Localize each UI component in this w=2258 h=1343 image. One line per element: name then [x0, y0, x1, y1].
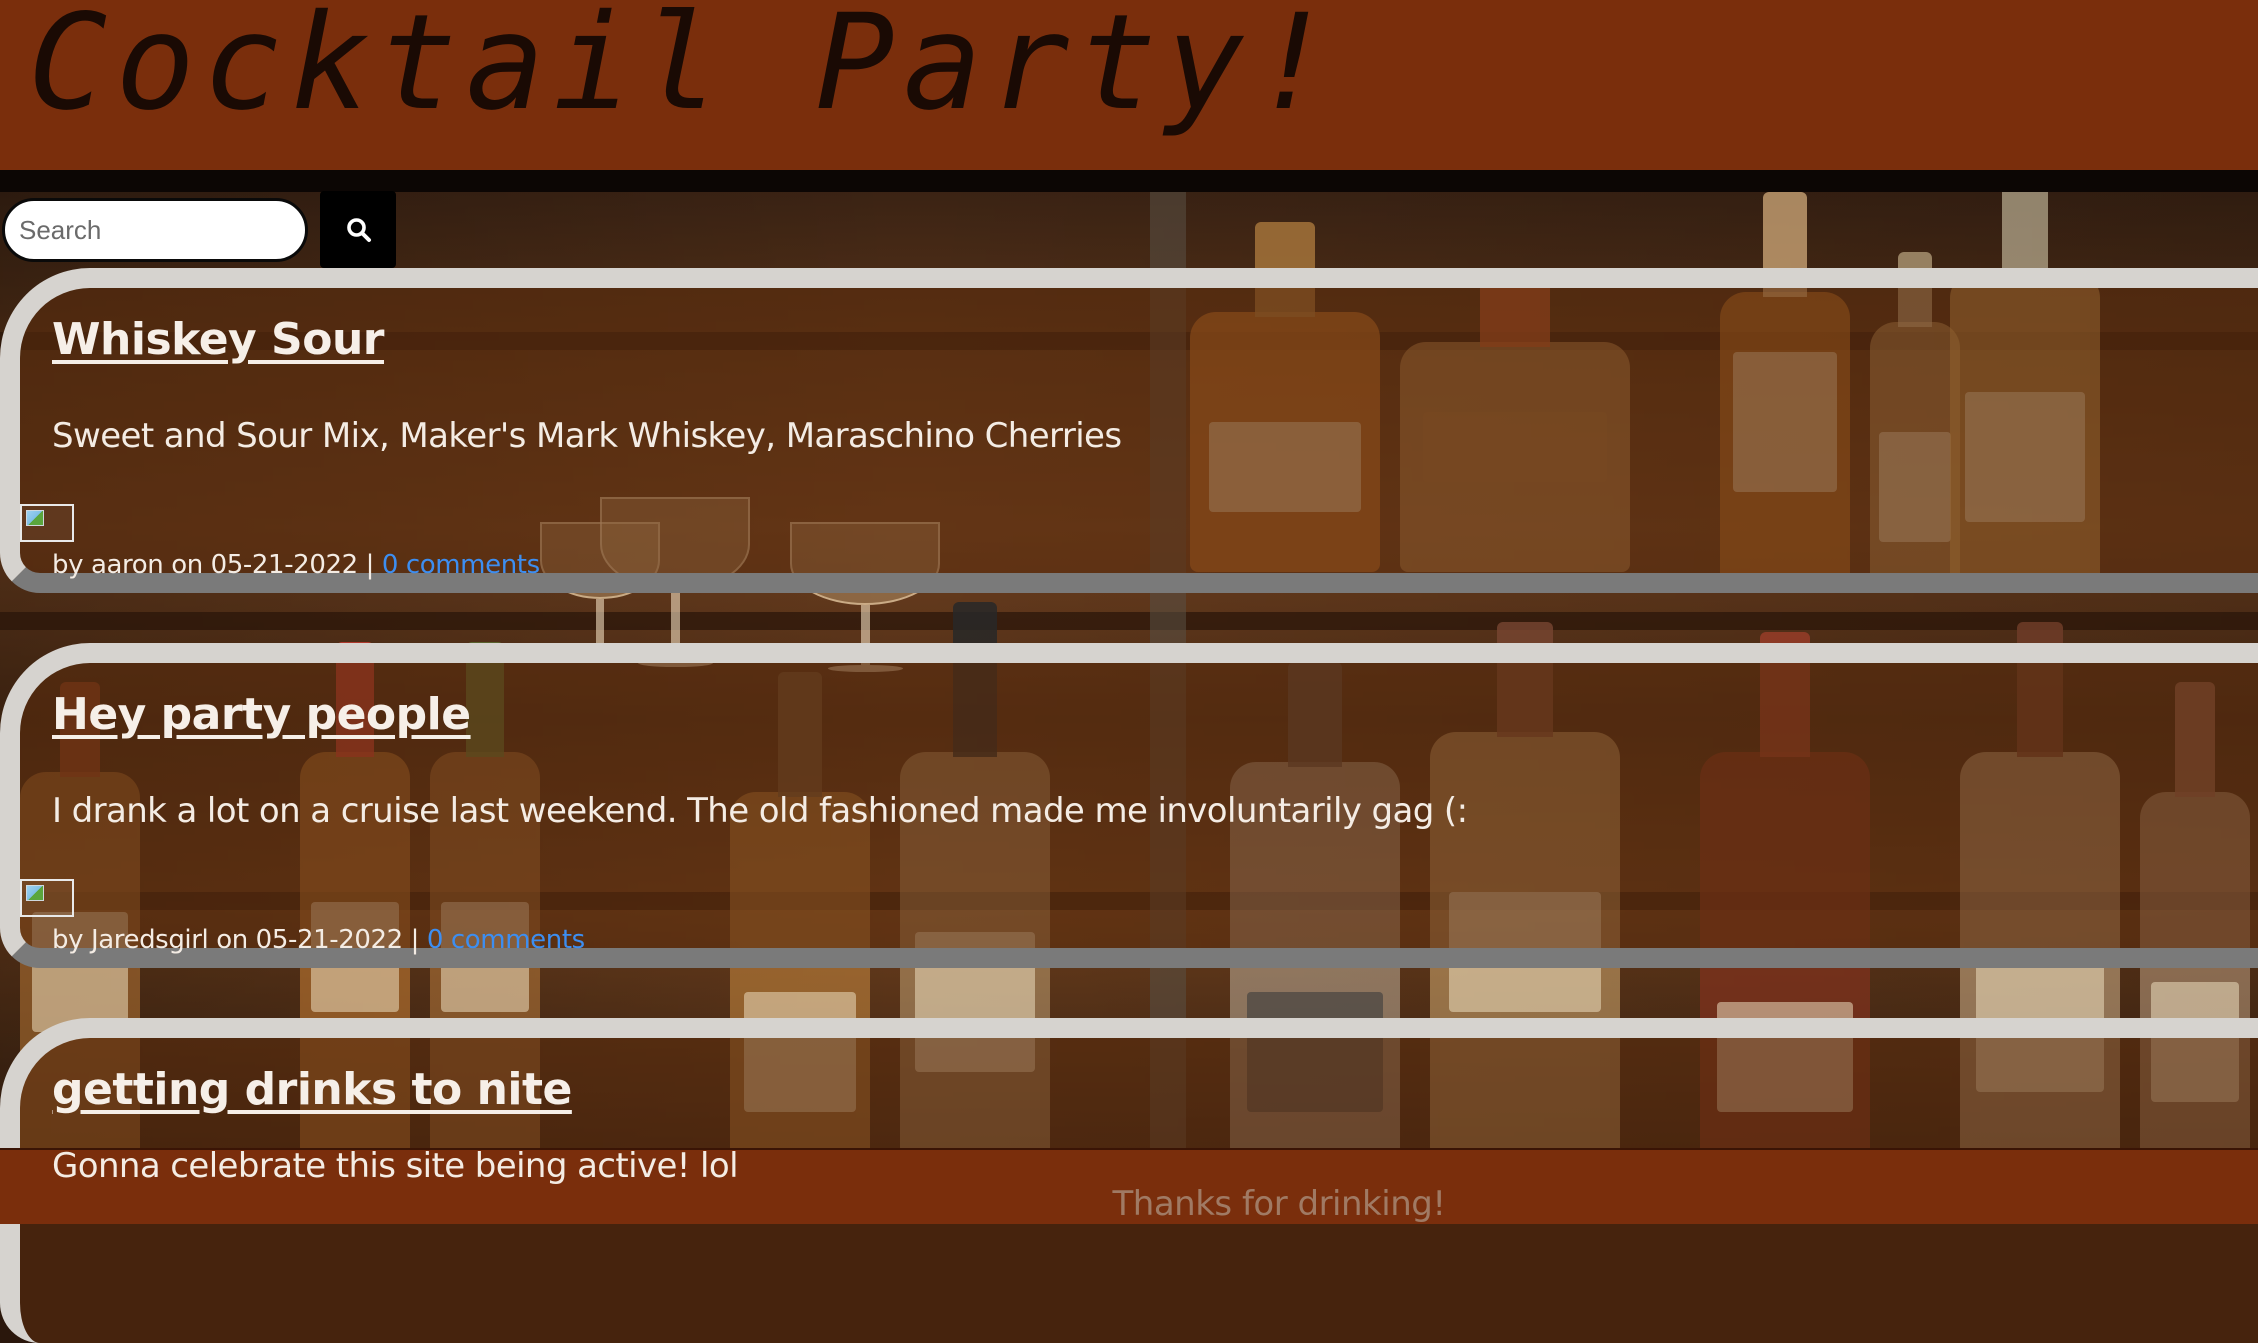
post-byline: by aaron on 05-21-2022 |	[52, 550, 382, 580]
site-title: Cocktail Party!	[28, 0, 1341, 140]
site-header: Cocktail Party!	[0, 0, 2258, 170]
search-input[interactable]	[2, 198, 308, 262]
search-button[interactable]	[320, 191, 396, 268]
post-card: Whiskey Sour Sweet and Sour Mix, Maker's…	[0, 268, 2258, 593]
header-divider	[0, 170, 2258, 192]
shelf	[0, 612, 2258, 630]
broken-image-icon	[20, 879, 74, 917]
post-meta: by aaron on 05-21-2022 | 0 comments	[52, 550, 540, 580]
post-body: Gonna celebrate this site being active! …	[52, 1146, 739, 1186]
post-card: Hey party people I drank a lot on a crui…	[0, 643, 2258, 968]
post-body: I drank a lot on a cruise last weekend. …	[52, 791, 1468, 831]
post-body: Sweet and Sour Mix, Maker's Mark Whiskey…	[52, 416, 1122, 456]
post-byline: by Jaredsgirl on 05-21-2022 |	[52, 925, 427, 955]
comments-link[interactable]: 0 comments	[382, 550, 540, 580]
broken-image-icon	[20, 504, 74, 542]
post-meta: by Jaredsgirl on 05-21-2022 | 0 comments	[52, 925, 585, 955]
post-title-link[interactable]: getting drinks to nite	[52, 1064, 572, 1115]
footer-text: Thanks for drinking!	[1112, 1184, 1446, 1224]
post-title-link[interactable]: Hey party people	[52, 689, 471, 740]
search-icon	[347, 218, 371, 242]
post-title-link[interactable]: Whiskey Sour	[52, 314, 385, 365]
comments-link[interactable]: 0 comments	[427, 925, 585, 955]
